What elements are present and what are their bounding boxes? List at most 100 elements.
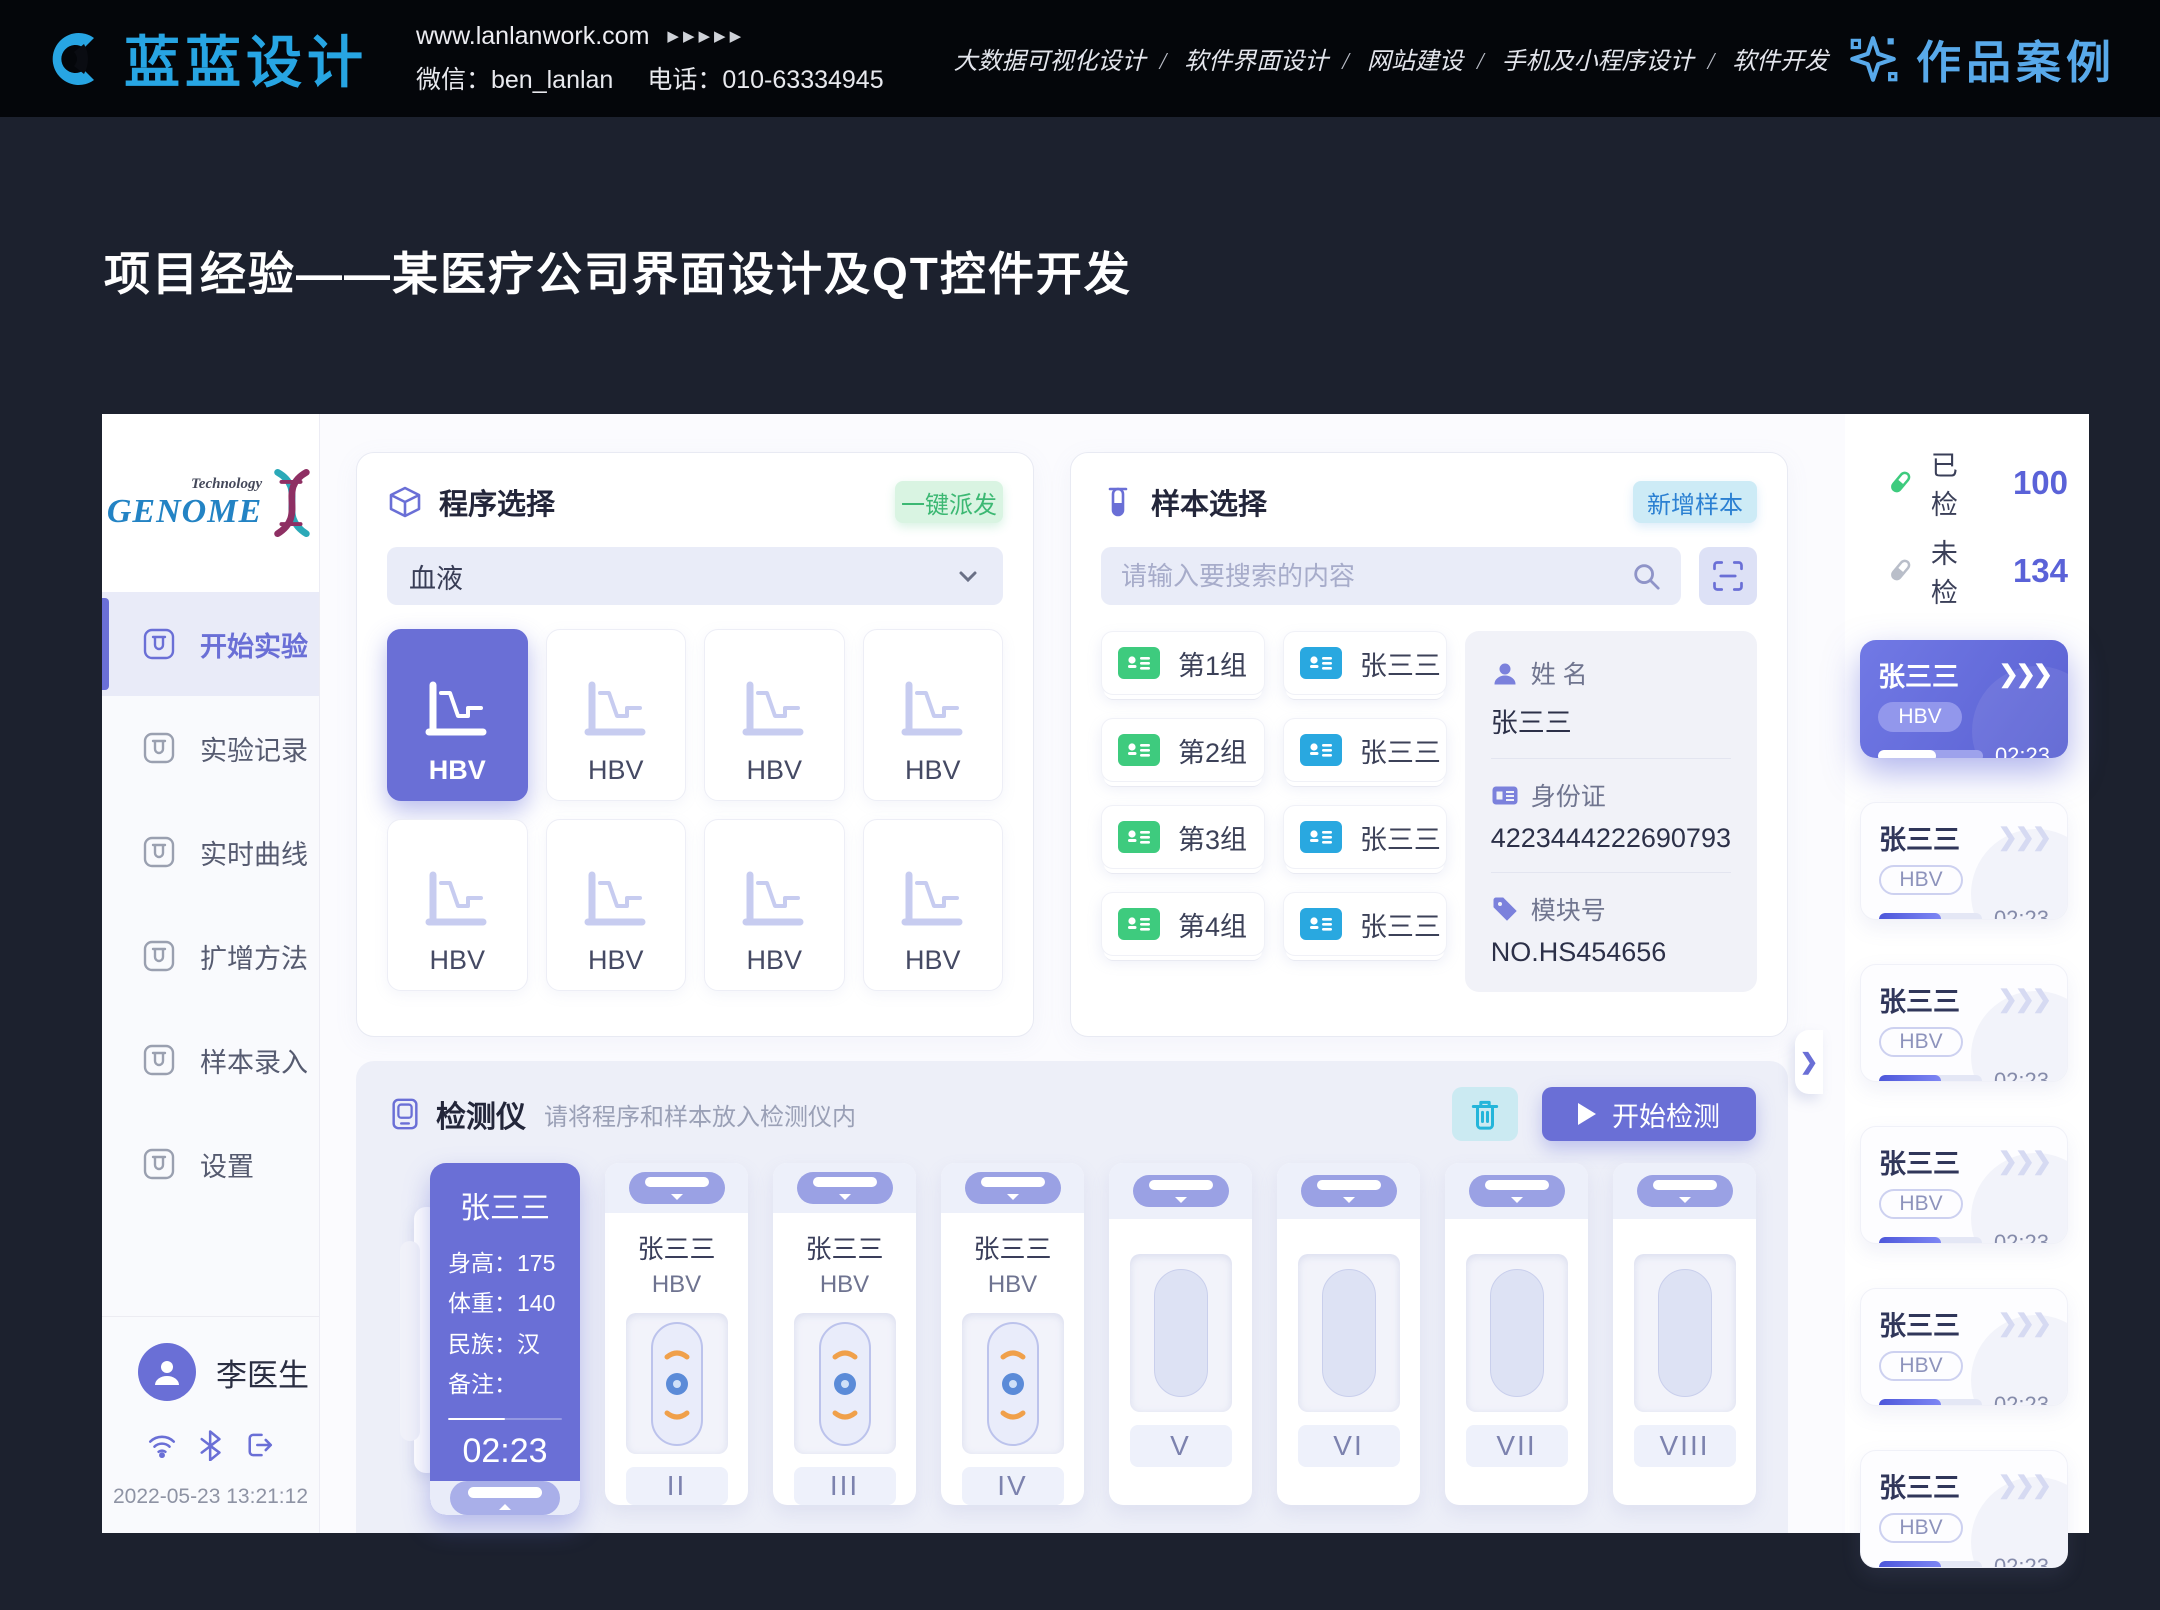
group-chip[interactable]: 第1组 [1101, 631, 1265, 695]
brand-logo: 蓝蓝设计 [44, 18, 368, 99]
sidebar-menu-item[interactable]: 开始实验 [102, 592, 319, 696]
top-bar: 蓝蓝设计 www.lanlanwork.com ▶▶▶▶▶ 微信：ben_lan… [0, 0, 2160, 117]
field-label: 体重： [448, 1283, 517, 1323]
start-detection-button[interactable]: 开始检测 [1542, 1087, 1756, 1141]
program-card[interactable]: HBV [704, 819, 845, 991]
program-card[interactable]: HBV [863, 629, 1004, 801]
queue-card[interactable]: 张三三 ❯❯❯ HBV 02:23 [1860, 1126, 2068, 1244]
search-icon[interactable] [1631, 561, 1661, 591]
group-chip-label: 第4组 [1178, 905, 1247, 944]
slot-inset [1634, 1254, 1736, 1412]
program-card-label: HBV [588, 755, 644, 786]
page-title: 项目经验——某医疗公司界面设计及QT控件开发 [104, 238, 1132, 304]
member-chip[interactable]: 张三三 [1283, 805, 1447, 869]
scan-button[interactable] [1699, 547, 1757, 605]
sample-field-row: 体重：140 [448, 1283, 562, 1323]
sidebar-menu-item[interactable]: 实验记录 [102, 696, 319, 800]
eject-handle[interactable] [450, 1481, 560, 1515]
field-label: 身高： [448, 1243, 517, 1283]
slot-top-strip [1445, 1163, 1588, 1219]
nav-item[interactable]: 软件界面设计 / [1184, 41, 1351, 76]
group-chip[interactable]: 第3组 [1101, 805, 1265, 869]
chevrons-icon: ❯❯❯ [1998, 1471, 2049, 1500]
member-chip[interactable]: 张三三 [1283, 718, 1447, 782]
detector-slot[interactable]: VIII [1613, 1163, 1756, 1505]
field-value: 汉 [517, 1324, 540, 1364]
detector-slot[interactable]: VII [1445, 1163, 1588, 1505]
sidebar-menu-item[interactable]: 样本录入 [102, 1008, 319, 1112]
queue-card[interactable]: 张三三 ❯❯❯ HBV 02:23 [1860, 1450, 2068, 1568]
slot-numeral: IV [962, 1467, 1064, 1505]
queue-card-name: 张三三 [1879, 980, 1960, 1019]
program-card[interactable]: HBV [863, 819, 1004, 991]
nav-item[interactable]: 网站建设 / [1367, 41, 1486, 76]
one-key-dispatch-button[interactable]: 一键派发 [895, 481, 1003, 523]
sample-type-dropdown[interactable]: 血液 [387, 547, 1003, 605]
slot-handle[interactable] [1133, 1175, 1229, 1207]
menu-item-icon [140, 833, 178, 871]
program-card[interactable]: HBV [387, 819, 528, 991]
play-icon [1578, 1103, 1596, 1125]
search-input[interactable] [1121, 561, 1631, 592]
member-chip[interactable]: 张三三 [1283, 892, 1447, 956]
logout-icon[interactable] [243, 1429, 275, 1461]
curve-thumbnail-icon [578, 679, 654, 743]
queue-card[interactable]: 张三三 ❯❯❯ HBV 02:23 [1860, 802, 2068, 920]
slot-handle[interactable] [1469, 1175, 1565, 1207]
sidebar-menu-item[interactable]: 实时曲线 [102, 800, 319, 904]
program-card[interactable]: HBV [387, 629, 528, 801]
nav-item[interactable]: 手机及小程序设计 / [1502, 41, 1717, 76]
slot-top-strip [1109, 1163, 1252, 1219]
test-tube-icon [1101, 485, 1135, 519]
website-url[interactable]: www.lanlanwork.com [416, 22, 649, 51]
sidebar-menu: 开始实验 实验记录 实时曲线 [102, 592, 319, 1216]
avatar[interactable] [138, 1343, 196, 1401]
bluetooth-icon[interactable] [195, 1429, 227, 1461]
nav-item[interactable]: 大数据可视化设计 / [954, 41, 1169, 76]
detection-progress-bar [448, 1418, 562, 1420]
start-detection-label: 开始检测 [1612, 1095, 1720, 1134]
add-sample-button[interactable]: 新增样本 [1633, 481, 1757, 523]
active-sample-name: 张三三 [448, 1183, 562, 1227]
program-card[interactable]: HBV [704, 629, 845, 801]
program-card-label: HBV [588, 945, 644, 976]
queue-card-tag: HBV [1879, 865, 1963, 895]
curve-thumbnail-icon [419, 869, 495, 933]
group-chip-label: 第2组 [1178, 731, 1247, 770]
group-chip[interactable]: 第2组 [1101, 718, 1265, 782]
group-chip-label: 第3组 [1178, 818, 1247, 857]
slot-handle[interactable] [1637, 1175, 1733, 1207]
active-sample-card[interactable]: 张三三 身高：175 体重：140 民族：汉 备注： [430, 1163, 580, 1515]
contact-block: www.lanlanwork.com ▶▶▶▶▶ 微信：ben_lanlan 电… [416, 22, 884, 96]
chevrons-icon: ❯❯❯ [1999, 660, 2050, 689]
slot-handle[interactable] [629, 1172, 725, 1204]
clear-button[interactable] [1452, 1087, 1518, 1141]
program-card[interactable]: HBV [546, 819, 687, 991]
member-chip[interactable]: 张三三 [1283, 631, 1447, 695]
expand-rail-button[interactable]: ❯ [1795, 1030, 1823, 1094]
arrows-decoration: ▶▶▶▶▶ [667, 27, 745, 45]
slot-handle[interactable] [1301, 1175, 1397, 1207]
nav-item[interactable]: 软件开发 / [1732, 41, 1828, 76]
queue-card-time: 02:23 [1995, 743, 2050, 758]
slot-top-strip [1613, 1163, 1756, 1219]
wifi-icon[interactable] [146, 1429, 178, 1461]
program-card[interactable]: HBV [546, 629, 687, 801]
sidebar-menu-item[interactable]: 设置 [102, 1112, 319, 1216]
detector-slot[interactable]: 张三三 HBV [941, 1163, 1084, 1505]
queue-card[interactable]: 张三三 ❯❯❯ HBV 02:23 [1860, 1288, 2068, 1406]
active-slot-stack: 张三三 身高：175 体重：140 民族：汉 备注： [430, 1163, 580, 1515]
queue-card-time: 02:23 [1994, 1392, 2049, 1406]
queue-card[interactable]: 张三三 ❯❯❯ HBV 02:23 [1860, 640, 2068, 758]
detector-slot[interactable]: 张三三 HBV [605, 1163, 748, 1505]
detector-slot[interactable]: 张三三 HBV [773, 1163, 916, 1505]
detection-stats: 已检 100 未检 134 [1860, 444, 2068, 610]
sidebar-menu-item[interactable]: 扩增方法 [102, 904, 319, 1008]
detector-slot[interactable]: VI [1277, 1163, 1420, 1505]
group-chip[interactable]: 第4组 [1101, 892, 1265, 956]
detector-slot[interactable]: V [1109, 1163, 1252, 1505]
slot-handle[interactable] [965, 1172, 1061, 1204]
slot-handle[interactable] [797, 1172, 893, 1204]
queue-card[interactable]: 张三三 ❯❯❯ HBV 02:23 [1860, 964, 2068, 1082]
field-value: 140 [517, 1283, 555, 1323]
